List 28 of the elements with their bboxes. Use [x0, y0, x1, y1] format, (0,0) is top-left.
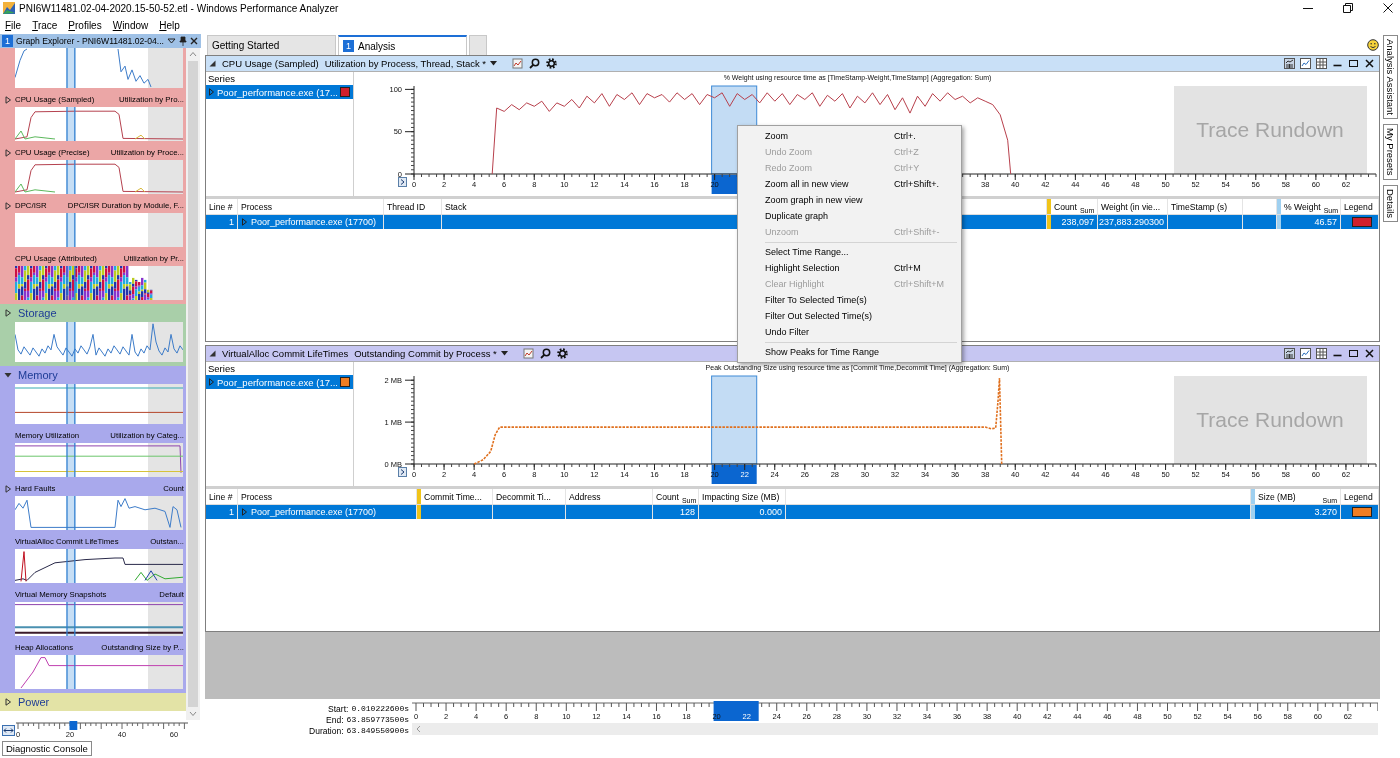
- number-badge: 1: [2, 35, 13, 47]
- graph-title: VirtualAlloc Commit LifeTimes: [222, 348, 349, 359]
- table-cell: 237,883.290300: [1098, 217, 1164, 227]
- table-cell: 128: [679, 507, 695, 517]
- series-label: Poor_performance.exe (17...: [217, 376, 338, 388]
- table-cell: 0.000: [759, 507, 782, 517]
- time-value: 63.849550900s: [346, 726, 409, 735]
- number-badge: 1: [343, 40, 354, 52]
- table-cell: 46.57: [1314, 217, 1337, 227]
- field-label: Duration:: [309, 725, 344, 736]
- panel-title: Graph Explorer - PNI6W11481.02-04...: [16, 36, 164, 46]
- window-title: PNI6W11481.02-04-2020.15-50-52.etl - Windows Performance Analyzer: [19, 2, 339, 14]
- table-cell: 1: [229, 217, 234, 227]
- table-cell: 3.270: [1314, 507, 1337, 517]
- table-cell: 238,097: [1061, 217, 1094, 227]
- field-label: End:: [326, 714, 344, 725]
- graph-title: CPU Usage (Sampled): [222, 58, 319, 69]
- column-header: Series: [208, 363, 235, 374]
- series-label: Poor_performance.exe (17...: [217, 86, 338, 98]
- field-label: Start:: [328, 703, 349, 714]
- table-cell: Poor_performance.exe (17700): [251, 217, 377, 227]
- rundown-label: Trace Rundown: [1196, 408, 1344, 431]
- table-cell: 1: [229, 507, 234, 517]
- time-value: 63.859773500s: [346, 715, 409, 724]
- table-cell: Poor_performance.exe (17700): [251, 507, 377, 517]
- rundown-label: Trace Rundown: [1196, 118, 1344, 141]
- time-value: 0.010222600s: [351, 704, 409, 713]
- column-header: Series: [208, 73, 235, 84]
